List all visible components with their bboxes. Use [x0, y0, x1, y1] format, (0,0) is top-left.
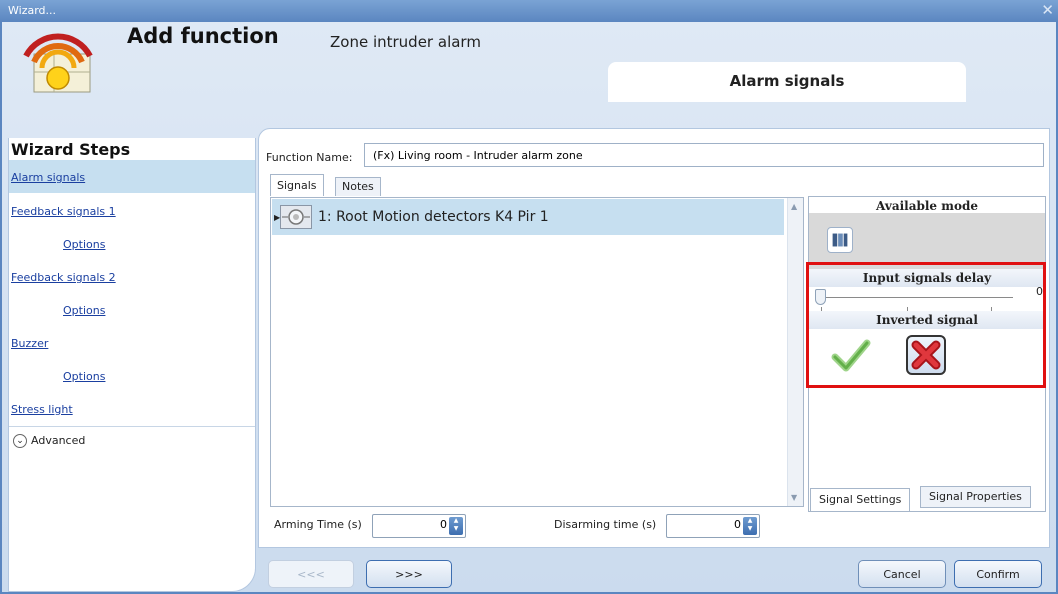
sidebar-item-alarm-signals[interactable]: Alarm signals [9, 160, 255, 193]
sidebar-item-options-1[interactable]: Options [9, 227, 255, 260]
arming-time-input[interactable] [375, 518, 447, 531]
sidebar-item-feedback-signals-2[interactable]: Feedback signals 2 [9, 260, 255, 293]
sidebar-divider [9, 426, 255, 427]
back-button[interactable]: <<< [268, 560, 354, 588]
delay-value: 0 [1036, 285, 1043, 298]
arming-time-stepper[interactable]: ▲▼ [372, 514, 466, 538]
vertical-scrollbar[interactable]: ▲ ▼ [787, 198, 803, 506]
scroll-up-icon[interactable]: ▲ [791, 202, 797, 211]
inverted-signal-heading: Inverted signal [809, 311, 1045, 329]
disarming-time-input[interactable] [669, 518, 741, 531]
scroll-down-icon[interactable]: ▼ [791, 493, 797, 502]
tab-signal-settings[interactable]: Signal Settings [810, 488, 911, 512]
available-mode-area [809, 213, 1045, 269]
sidebar-item-options-2[interactable]: Options [9, 293, 255, 326]
title-bar: Wizard... ✕ [0, 0, 1058, 22]
delay-slider-handle[interactable] [815, 289, 826, 305]
advanced-toggle[interactable]: ⌄ Advanced [13, 434, 85, 448]
arming-time-label: Arming Time (s) [274, 518, 362, 531]
function-name-label: Function Name: [266, 151, 353, 164]
chevron-down-icon: ⌄ [13, 434, 27, 448]
list-item[interactable]: ▶ 1: Root Motion detectors K4 Pir 1 [272, 199, 784, 235]
sidebar-item-feedback-signals-1[interactable]: Feedback signals 1 [9, 194, 255, 227]
alarm-function-icon [23, 33, 93, 93]
close-x-icon [911, 340, 941, 370]
wizard-steps-sidebar: Wizard Steps Alarm signals Feedback sign… [8, 138, 256, 592]
next-button[interactable]: >>> [366, 560, 452, 588]
motion-detector-icon [280, 205, 312, 229]
function-name-input[interactable] [364, 143, 1044, 167]
window-title: Wizard... [8, 4, 57, 17]
sidebar-heading: Wizard Steps [11, 140, 131, 159]
disarming-time-stepper[interactable]: ▲▼ [666, 514, 760, 538]
page-title: Add function [127, 24, 279, 48]
cancel-button[interactable]: Cancel [858, 560, 946, 588]
not-inverted-button[interactable] [906, 335, 946, 375]
signal-label: 1: Root Motion detectors K4 Pir 1 [318, 209, 549, 225]
signal-properties-panel: Available mode Input signals delay 0 Inv… [808, 196, 1046, 512]
input-delay-heading: Input signals delay [809, 269, 1045, 287]
advanced-label: Advanced [31, 434, 86, 447]
disarming-time-label: Disarming time (s) [554, 518, 657, 531]
normal-mode-icon[interactable] [827, 227, 853, 253]
spinner-arrows-icon[interactable]: ▲ ▼ [743, 517, 757, 535]
function-type-label: Zone intruder alarm [330, 33, 481, 51]
tab-notes[interactable]: Notes [335, 177, 381, 196]
spinner-arrows-icon[interactable]: ▲ ▼ [449, 517, 463, 535]
sidebar-item-buzzer[interactable]: Buzzer [9, 326, 255, 359]
close-icon[interactable]: ✕ [1041, 1, 1054, 19]
signals-list[interactable]: ▶ 1: Root Motion detectors K4 Pir 1 ▲ ▼ [270, 197, 804, 507]
tab-signals[interactable]: Signals [270, 174, 324, 196]
sidebar-item-options-3[interactable]: Options [9, 359, 255, 392]
current-step-header: Alarm signals [608, 62, 966, 102]
sidebar-item-stress-light[interactable]: Stress light [9, 392, 255, 425]
checkmark-icon[interactable] [831, 337, 871, 375]
confirm-button[interactable]: Confirm [954, 560, 1042, 588]
tab-signal-properties[interactable]: Signal Properties [920, 486, 1031, 508]
available-mode-heading: Available mode [876, 199, 978, 213]
delay-slider-track[interactable] [821, 297, 1013, 298]
